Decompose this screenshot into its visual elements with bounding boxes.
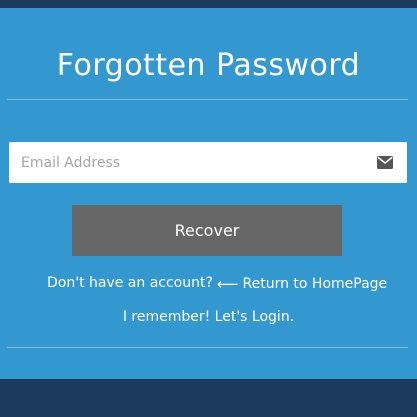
return-home-label: Return to HomePage [242,276,388,292]
recover-button[interactable]: Recover [72,205,342,256]
page-title: Forgotten Password [56,48,361,83]
email-field-container [9,142,407,183]
email-input[interactable] [9,142,361,183]
divider-bottom [7,347,408,348]
login-link[interactable]: I remember! Let's Login. [0,309,417,325]
arrow-left-icon: ⟵ [217,275,239,293]
signup-link[interactable]: Don't have an account? [47,275,213,291]
divider-top [7,99,408,100]
envelope-icon [377,156,393,169]
return-home-link[interactable]: ⟵ Return to HomePage [217,275,387,293]
forgot-password-panel: Forgotten Password Recover Don't have an… [0,8,417,379]
